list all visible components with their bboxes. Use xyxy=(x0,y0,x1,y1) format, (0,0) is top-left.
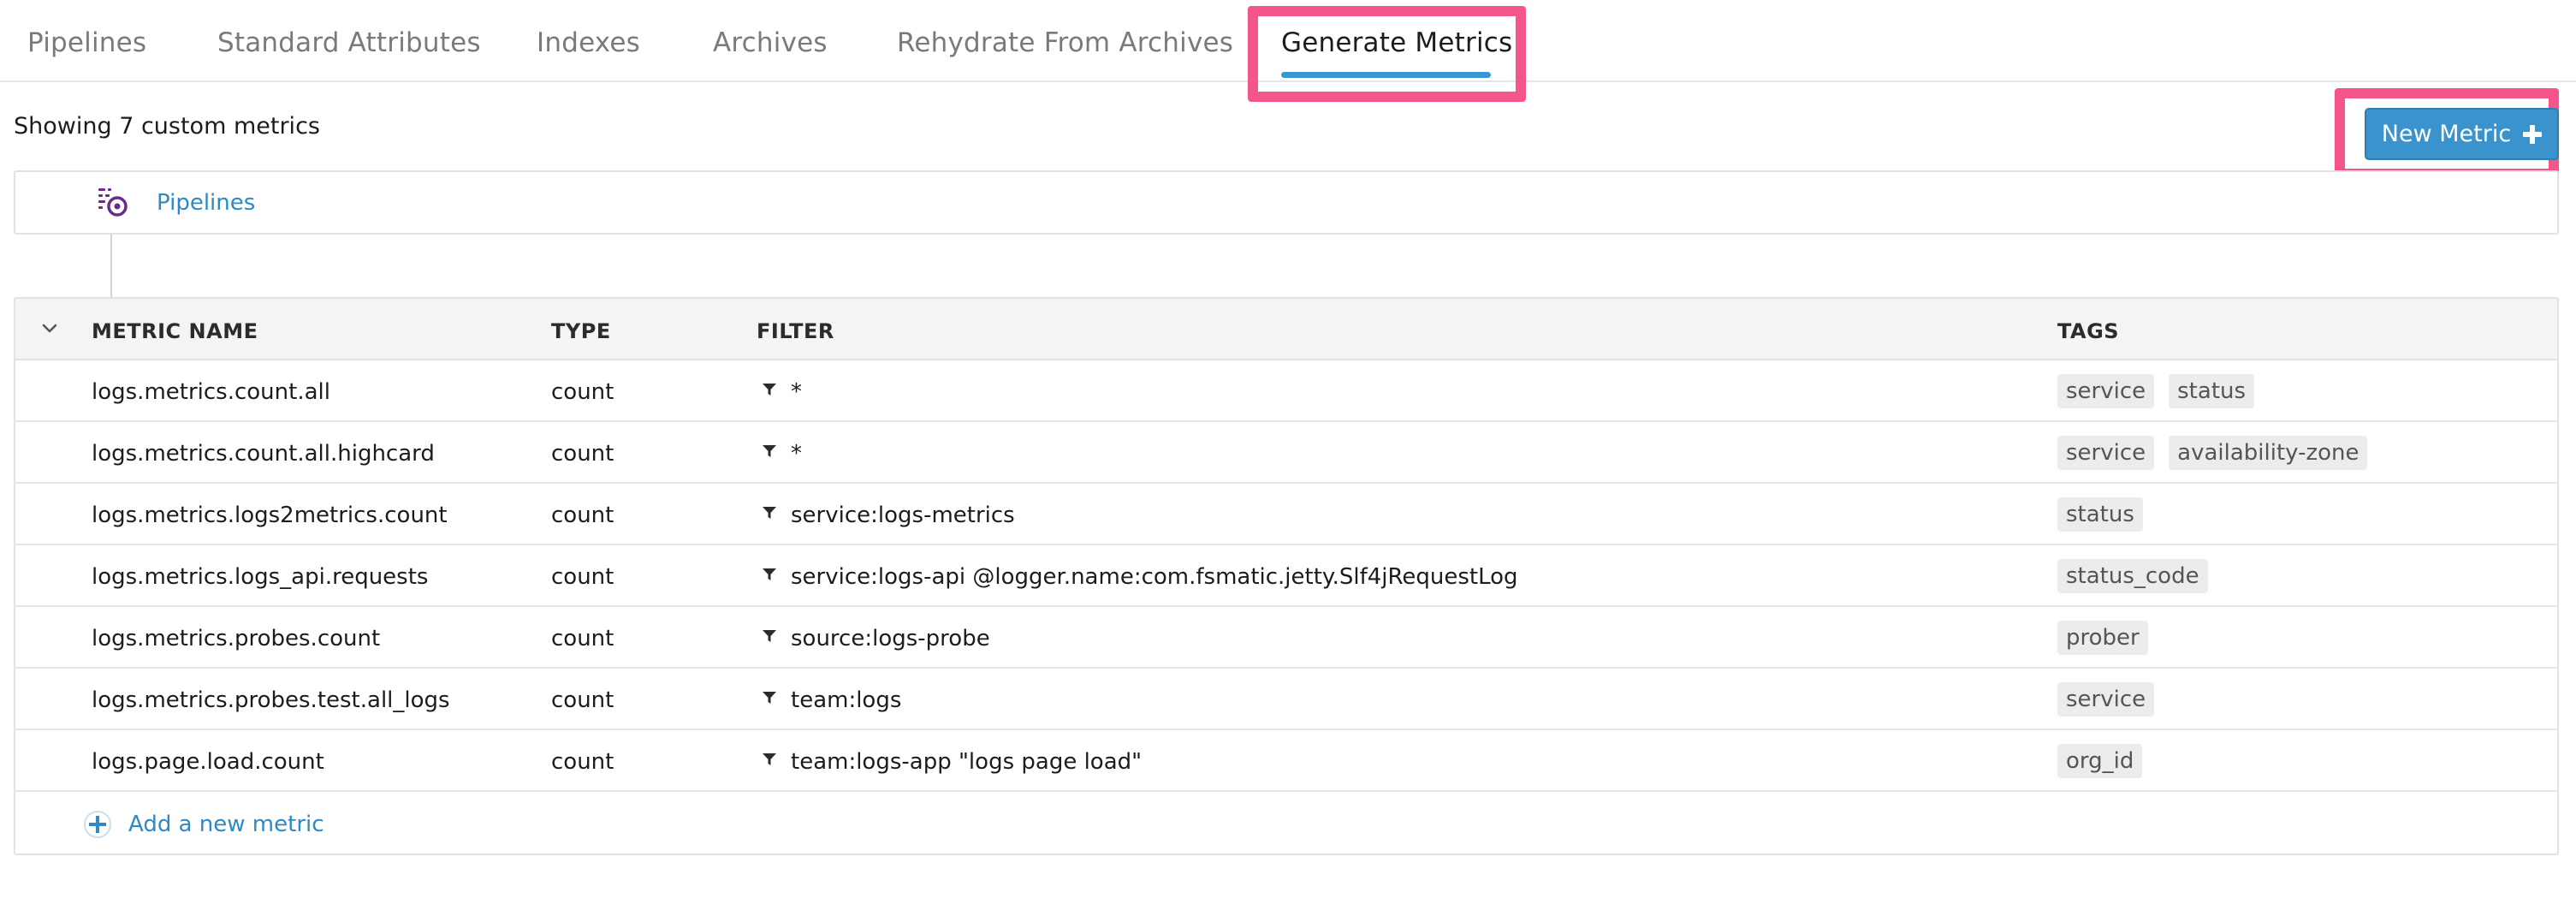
metric-name: logs.metrics.logs2metrics.count xyxy=(92,503,448,528)
active-tab-indicator xyxy=(1281,72,1491,78)
metric-type: count xyxy=(551,687,614,713)
tag-list: status xyxy=(2057,497,2143,532)
tag-badge[interactable]: org_id xyxy=(2057,744,2143,778)
filter-icon xyxy=(763,753,776,765)
column-header-type[interactable]: TYPE xyxy=(551,319,611,343)
tab-archives[interactable]: Archives xyxy=(713,27,828,58)
table-row[interactable]: logs.page.load.count count team:logs-app "… xyxy=(15,730,2557,792)
add-metric-row[interactable]: Add a new metric xyxy=(15,792,2557,854)
tab-standard-attributes[interactable]: Standard Attributes xyxy=(217,27,481,58)
metric-name: logs.metrics.probes.count xyxy=(92,626,381,651)
tab-rehydrate-from-archives[interactable]: Rehydrate From Archives xyxy=(897,27,1233,58)
tag-badge[interactable]: status xyxy=(2057,497,2143,532)
metric-name: logs.metrics.count.all xyxy=(92,379,330,405)
metric-name: logs.metrics.probes.test.all_logs xyxy=(92,687,450,713)
table-row[interactable]: logs.metrics.probes.test.all_logs count te… xyxy=(15,669,2557,730)
tag-badge[interactable]: status_code xyxy=(2057,559,2208,593)
metric-type: count xyxy=(551,503,614,528)
breadcrumb-connector xyxy=(110,235,112,297)
metric-type: count xyxy=(551,626,614,651)
column-header-metric-name[interactable]: METRIC NAME xyxy=(92,319,258,343)
add-new-metric-link[interactable]: Add a new metric xyxy=(128,812,324,837)
metrics-count-summary: Showing 7 custom metrics xyxy=(14,113,320,140)
filter-icon xyxy=(763,384,776,396)
filter-icon xyxy=(763,445,776,457)
table-header: METRIC NAME TYPE FILTER TAGS xyxy=(15,299,2557,360)
metric-filter: service:logs-api @logger.name:com.fsmati… xyxy=(791,564,1518,590)
tab-pipelines[interactable]: Pipelines xyxy=(27,27,146,58)
filter-icon xyxy=(763,568,776,580)
tag-badge[interactable]: status xyxy=(2169,374,2255,408)
chevron-down-icon[interactable] xyxy=(39,318,60,338)
table-row[interactable]: logs.metrics.probes.count count source:log… xyxy=(15,607,2557,669)
new-metric-label: New Metric xyxy=(2381,121,2512,147)
breadcrumb-pipelines-link[interactable]: Pipelines xyxy=(157,190,255,216)
table-row[interactable]: logs.metrics.count.all.highcard count * ser… xyxy=(15,422,2557,484)
metric-type: count xyxy=(551,379,614,405)
metric-filter: source:logs-probe xyxy=(791,626,990,651)
tag-list: service xyxy=(2057,682,2155,717)
tag-list: org_id xyxy=(2057,744,2143,778)
plus-icon xyxy=(2523,124,2543,144)
metric-name: logs.metrics.count.all.highcard xyxy=(92,441,435,467)
metric-type: count xyxy=(551,749,614,775)
tag-list: service availability-zone xyxy=(2057,436,2368,470)
metric-type: count xyxy=(551,564,614,590)
tag-badge[interactable]: service xyxy=(2057,682,2155,717)
filter-icon xyxy=(763,630,776,642)
metrics-table: METRIC NAME TYPE FILTER TAGS logs.metric… xyxy=(14,297,2559,855)
filter-icon xyxy=(763,507,776,519)
table-row[interactable]: logs.metrics.logs_api.requests count servi… xyxy=(15,545,2557,607)
tag-badge[interactable]: service xyxy=(2057,436,2155,470)
table-row[interactable]: logs.metrics.count.all count * service statu… xyxy=(15,360,2557,422)
metric-filter: team:logs-app "logs page load" xyxy=(791,749,1143,775)
tag-list: service status xyxy=(2057,374,2255,408)
column-header-tags[interactable]: TAGS xyxy=(2057,319,2119,343)
pipelines-breadcrumb: Pipelines xyxy=(14,170,2559,235)
column-header-filter[interactable]: FILTER xyxy=(757,319,834,343)
metric-filter: * xyxy=(791,441,802,467)
tab-bar: Pipelines Standard Attributes Indexes Ar… xyxy=(0,0,2576,82)
pipelines-icon xyxy=(98,188,128,217)
add-circle-icon[interactable] xyxy=(84,811,111,838)
tag-badge[interactable]: service xyxy=(2057,374,2155,408)
metric-filter: * xyxy=(791,379,802,405)
tag-badge[interactable]: prober xyxy=(2057,621,2148,655)
metric-type: count xyxy=(551,441,614,467)
metric-name: logs.page.load.count xyxy=(92,749,324,775)
metric-filter: team:logs xyxy=(791,687,902,713)
filter-icon xyxy=(763,692,776,704)
metric-filter: service:logs-metrics xyxy=(791,503,1015,528)
tab-indexes[interactable]: Indexes xyxy=(537,27,640,58)
table-row[interactable]: logs.metrics.logs2metrics.count count serv… xyxy=(15,484,2557,545)
tag-badge[interactable]: availability-zone xyxy=(2169,436,2368,470)
tag-list: prober xyxy=(2057,621,2148,655)
metric-name: logs.metrics.logs_api.requests xyxy=(92,564,429,590)
tag-list: status_code xyxy=(2057,559,2208,593)
tab-generate-metrics[interactable]: Generate Metrics xyxy=(1281,27,1512,58)
new-metric-button[interactable]: New Metric xyxy=(2365,108,2559,160)
